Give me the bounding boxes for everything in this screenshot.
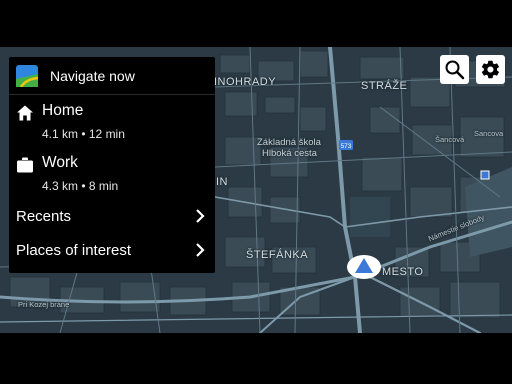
- navigate-now-label: Navigate now: [50, 68, 135, 84]
- map-label-vinohrady: INOHRADY: [214, 76, 277, 88]
- destination-home-meta: 4.1 km • 12 min: [42, 127, 125, 141]
- places-of-interest-row[interactable]: Places of interest: [9, 234, 215, 266]
- map-label-mesto: MESTO: [382, 266, 424, 278]
- map-label-stefanka: ŠTEFÁNKA: [246, 249, 309, 261]
- map-label-sancova: Sancova: [474, 129, 504, 138]
- map-label-straze: STRÁŽE: [361, 80, 408, 92]
- road-number-text: 573: [341, 143, 352, 150]
- destination-home-name: Home: [42, 102, 84, 119]
- chevron-right-icon: [196, 243, 205, 257]
- recents-row[interactable]: Recents: [9, 200, 215, 232]
- map-label-side: IN: [216, 176, 228, 188]
- quick-navigation-panel: Navigate now Home 4.1 km • 12 min Work 4…: [9, 57, 215, 273]
- navigate-now-row[interactable]: Navigate now: [9, 57, 215, 95]
- search-icon: [445, 60, 465, 80]
- map-label-school-line1: Základná škola: [257, 137, 321, 148]
- destination-work-meta: 4.3 km • 8 min: [42, 179, 119, 193]
- home-icon: [17, 105, 33, 121]
- destination-home[interactable]: Home 4.1 km • 12 min: [9, 97, 215, 147]
- settings-button[interactable]: [476, 55, 505, 84]
- recents-label: Recents: [16, 208, 72, 225]
- search-button[interactable]: [440, 55, 469, 84]
- poi-marker[interactable]: [480, 170, 490, 180]
- map-label-school-line2: Hlboká cesta: [262, 148, 317, 159]
- gear-icon: [481, 60, 499, 79]
- map-label-pri-kozej-brane: Pri Kozej bráne: [18, 300, 70, 309]
- app-logo-icon: [16, 65, 38, 87]
- places-of-interest-label: Places of interest: [16, 242, 132, 259]
- destination-work[interactable]: Work 4.3 km • 8 min: [9, 149, 215, 199]
- destination-work-name: Work: [42, 154, 78, 171]
- map-label-sancova-2: Šancová: [435, 135, 465, 144]
- chevron-right-icon: [196, 209, 205, 223]
- current-position-icon[interactable]: [346, 254, 382, 280]
- briefcase-icon: [17, 157, 33, 173]
